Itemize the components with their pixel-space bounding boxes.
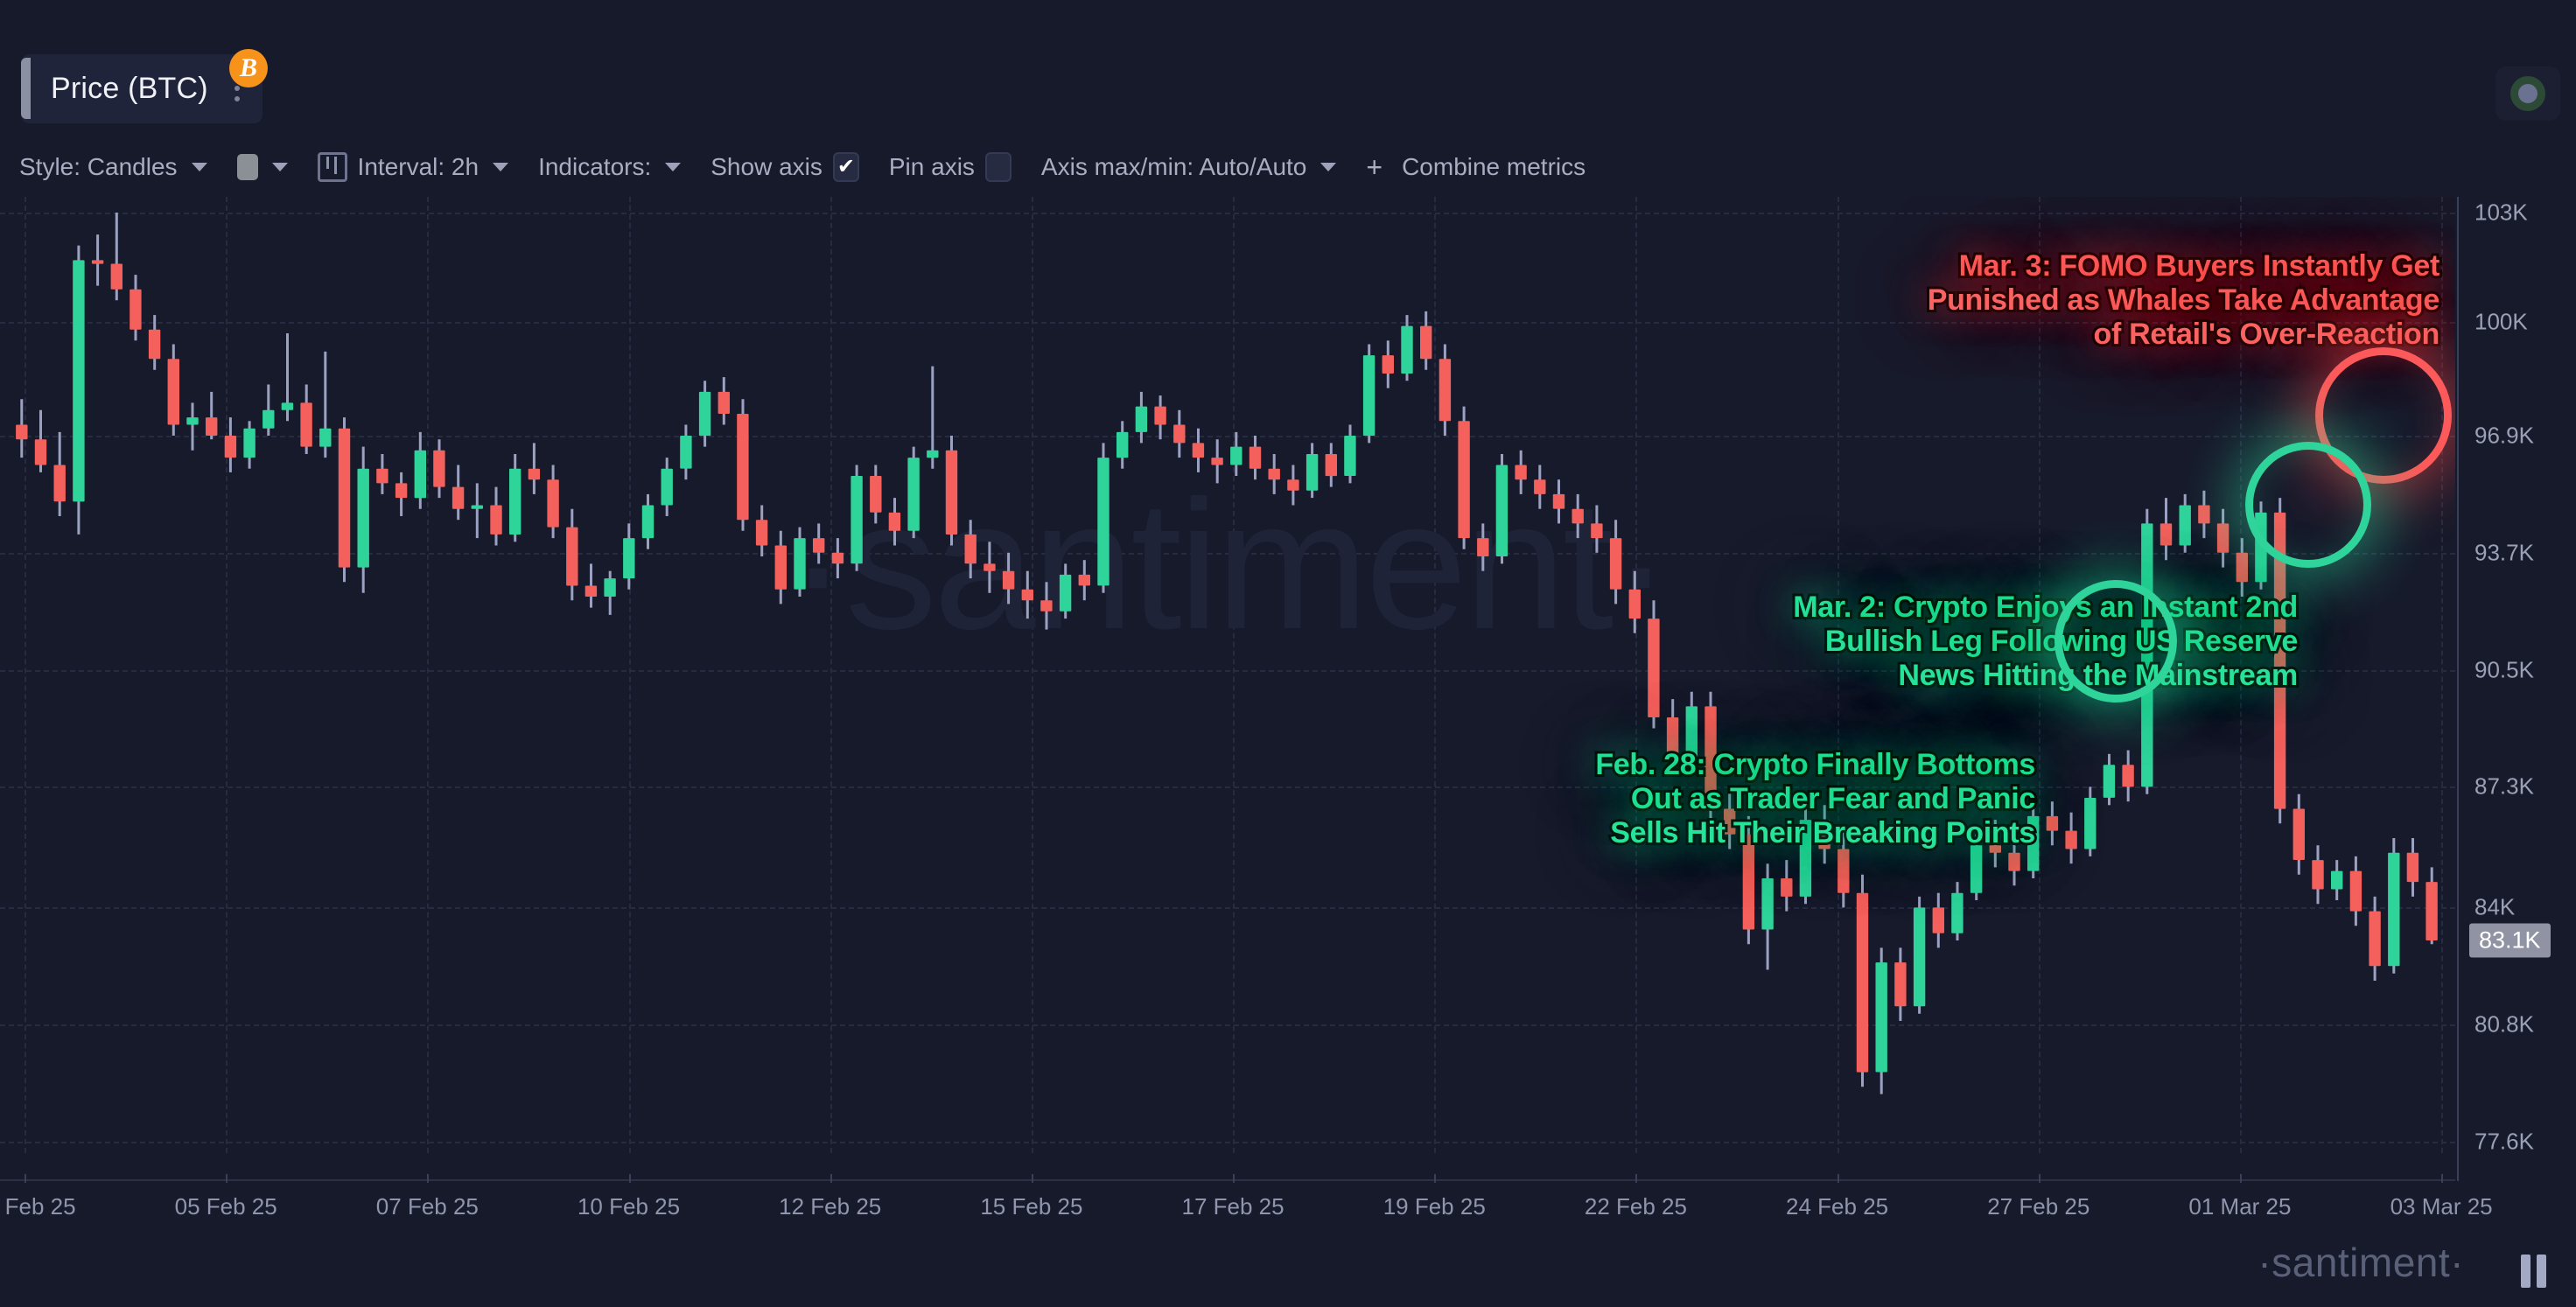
bitcoin-symbol: B	[239, 53, 257, 82]
x-axis-tick-label: 07 Feb 25	[375, 1193, 479, 1220]
x-axis-tick	[427, 1174, 430, 1183]
x-axis-tick-label: 22 Feb 25	[1584, 1193, 1687, 1220]
x-axis-tick-label: 03 Feb 25	[0, 1193, 76, 1220]
x-axis-tick	[226, 1174, 228, 1183]
x-axis-tick	[2239, 1174, 2242, 1183]
chevron-down-icon	[191, 163, 207, 171]
x-axis-tick	[1837, 1174, 1839, 1183]
x-axis-tick-label: 01 Mar 25	[2188, 1193, 2292, 1220]
x-axis-tick	[2038, 1174, 2040, 1183]
y-axis-tick-label: 87.3K	[2474, 772, 2534, 800]
chart-app-window: Price (BTC) B Style: Candles Interval: 2…	[0, 0, 2576, 1307]
x-axis-tick-label: 17 Feb 25	[1181, 1193, 1284, 1220]
show-axis-checkbox[interactable]: ✔	[832, 152, 859, 182]
interval-dropdown-label: Interval: 2h	[357, 153, 480, 180]
current-price-tag: 83.1K	[2469, 923, 2551, 958]
plus-icon: +	[1366, 150, 1383, 183]
y-axis-tick-label: 84K	[2474, 893, 2516, 920]
pin-axis-label: Pin axis	[888, 153, 975, 180]
candlestick-icon	[317, 152, 347, 182]
pin-axis-checkbox[interactable]	[984, 152, 1012, 182]
x-axis-tick	[1434, 1174, 1437, 1183]
chart-plot-area[interactable]: ·santiment· Mar. 3: FOMO Buyers Instantl…	[0, 197, 2455, 1181]
pin-axis-toggle[interactable]: Pin axis	[889, 152, 1012, 182]
tab-accent-bar	[21, 58, 31, 119]
style-dropdown-label: Style: Candles	[19, 153, 178, 180]
y-axis[interactable]: 103K 100K 96.9K 93.7K 90.5K 87.3K 84K 80.8K 77.6…	[2455, 197, 2576, 1181]
chart-toolbar: Style: Candles Interval: 2h Indicators: …	[19, 147, 1615, 187]
x-axis-tick-label: 15 Feb 25	[980, 1193, 1083, 1220]
price-chart[interactable]: ·santiment· Mar. 3: FOMO Buyers Instantl…	[0, 197, 2576, 1181]
y-axis-tick-label: 96.9K	[2474, 422, 2534, 449]
bitcoin-icon: B	[229, 49, 268, 87]
x-axis-tick	[1031, 1174, 1033, 1183]
y-axis-tick-label: 77.6K	[2474, 1128, 2534, 1155]
interval-dropdown[interactable]: Interval: 2h	[317, 152, 509, 182]
x-axis-tick	[24, 1174, 26, 1183]
santiment-logo-watermark: ·santiment·	[2258, 1240, 2464, 1285]
candlestick-series	[16, 213, 2438, 1094]
x-axis-tick	[1233, 1174, 1236, 1183]
axis-minmax-dropdown[interactable]: Axis max/min: Auto/Auto	[1040, 153, 1337, 181]
combine-metrics-button[interactable]: + Combine metrics	[1366, 151, 1586, 184]
axis-minmax-label: Axis max/min: Auto/Auto	[1040, 153, 1307, 180]
metric-tab-bar: Price (BTC) B	[0, 0, 2576, 133]
chevron-down-icon	[665, 163, 682, 171]
status-ring-icon	[2510, 76, 2545, 111]
x-axis-tick-label: 27 Feb 25	[1987, 1193, 2090, 1220]
chevron-down-icon	[271, 163, 288, 171]
color-swatch-dropdown[interactable]	[236, 154, 288, 180]
x-axis-tick	[1635, 1174, 1638, 1183]
x-axis-tick-label: 19 Feb 25	[1382, 1193, 1486, 1220]
x-axis-tick-label: 12 Feb 25	[779, 1193, 882, 1220]
x-axis-tick	[628, 1174, 631, 1183]
y-axis-tick-label: 100K	[2474, 308, 2528, 335]
chevron-down-icon	[1320, 163, 1337, 171]
x-axis-tick	[2441, 1174, 2444, 1183]
indicators-dropdown-label: Indicators:	[538, 153, 652, 180]
y-axis-line	[2457, 197, 2459, 1181]
x-axis-tick-label: 24 Feb 25	[1786, 1193, 1889, 1220]
x-axis-tick-label: 03 Mar 25	[2390, 1193, 2493, 1220]
y-axis-tick-label: 80.8K	[2474, 1010, 2534, 1038]
y-axis-tick-label: 103K	[2474, 199, 2528, 226]
indicators-dropdown[interactable]: Indicators:	[538, 153, 682, 181]
x-axis: 03 Feb 25 05 Feb 25 07 Feb 25 10 Feb 25 12 F…	[0, 1174, 2493, 1234]
chart-footer: ·santiment·	[0, 1234, 2576, 1307]
show-axis-toggle[interactable]: Show axis ✔	[710, 152, 859, 182]
metric-tab-label: Price (BTC)	[51, 71, 208, 105]
color-swatch-icon	[236, 154, 258, 180]
metric-tab-price-btc[interactable]: Price (BTC)	[21, 54, 262, 122]
chevron-down-icon	[493, 163, 509, 171]
show-axis-label: Show axis	[710, 153, 822, 180]
y-axis-tick-label: 90.5K	[2474, 656, 2534, 683]
y-axis-tick-label: 93.7K	[2474, 539, 2534, 566]
x-axis-tick-label: 05 Feb 25	[174, 1193, 277, 1220]
resize-handle-icon[interactable]	[2521, 1255, 2546, 1288]
x-axis-tick-label: 10 Feb 25	[577, 1193, 681, 1220]
x-axis-tick	[830, 1174, 832, 1183]
style-dropdown[interactable]: Style: Candles	[19, 153, 207, 181]
combine-metrics-label: Combine metrics	[1402, 153, 1586, 180]
live-status-dot[interactable]	[2496, 66, 2560, 121]
